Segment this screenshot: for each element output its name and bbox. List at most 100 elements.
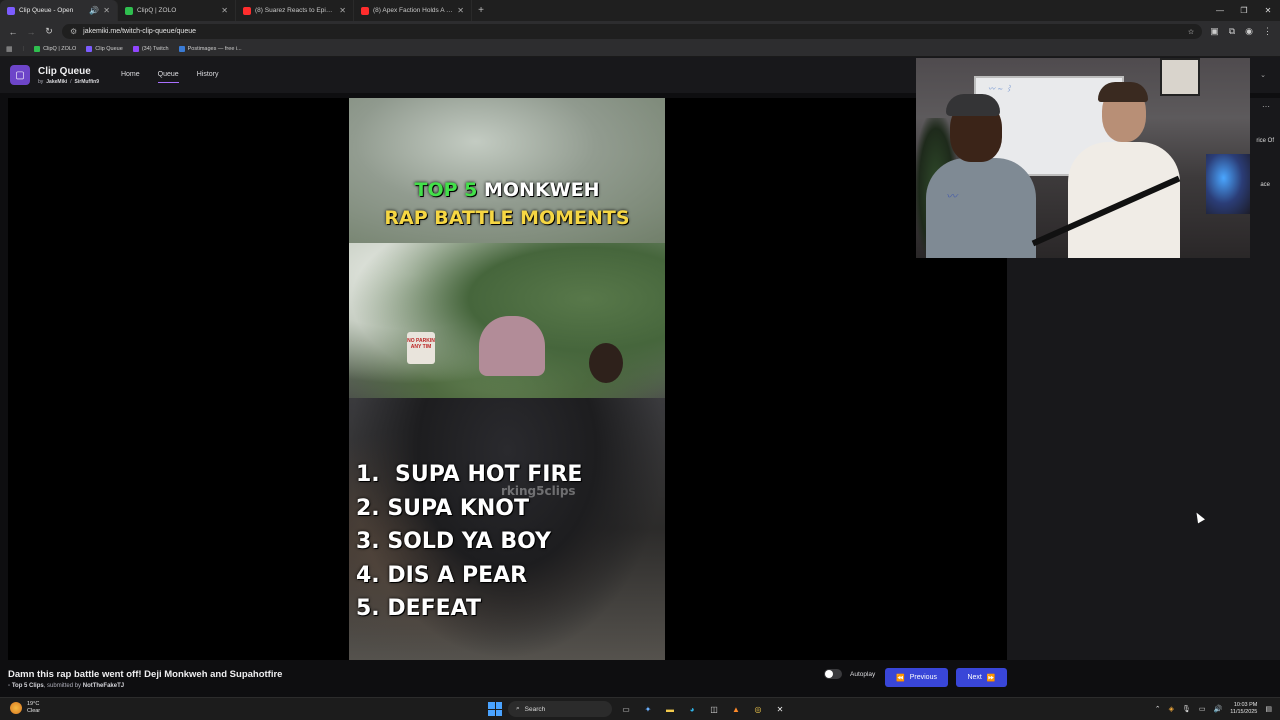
tab-title: ClipQ | ZOLO	[137, 7, 177, 14]
bookmark-clipq-zolo[interactable]: ClipQ | ZOLO	[34, 46, 76, 52]
system-tray: ⌃ ◈ 🎙 ▭ 🔊 10:03 PM 11/15/2025 ▤	[1155, 702, 1272, 716]
app-brand: Clip Queue by JakeMiki / SirMuffin9	[38, 66, 99, 85]
nav-history[interactable]: History	[197, 67, 219, 83]
store-icon[interactable]: ◫	[706, 701, 722, 717]
speaker-icon[interactable]: 🔊	[89, 6, 99, 15]
extensions-icon[interactable]: ⧉	[1229, 26, 1235, 37]
network-icon[interactable]: ▭	[1199, 705, 1206, 713]
cam-person-left-cap	[946, 94, 1000, 116]
app-nav: Home Queue History	[121, 67, 219, 83]
cam-shirt-print: 〰	[946, 190, 957, 203]
search-icon: ⌕	[516, 705, 520, 712]
close-window-icon[interactable]: ✕	[1256, 0, 1280, 21]
previous-button[interactable]: ⏪ Previous	[885, 668, 948, 687]
restore-icon[interactable]: ❐	[1232, 0, 1256, 21]
bookmark-star-icon[interactable]: ☆	[1188, 28, 1194, 36]
video-list-overlay: 1. SUPA HOT FIRE 2. SUPA KNOT 3. SOLD YA…	[356, 458, 582, 626]
author-link[interactable]: JakeMiki	[46, 79, 67, 85]
credits-by: by	[38, 78, 44, 85]
bookmark-postimages[interactable]: Postimages — free i...	[178, 46, 242, 52]
back-icon[interactable]: ←	[4, 27, 22, 37]
autoplay-toggle[interactable]	[824, 669, 842, 679]
file-explorer-icon[interactable]: ▬	[662, 701, 678, 717]
video-title-line2: RAP BATTLE MOMENTS	[384, 207, 630, 229]
tab-clip-queue[interactable]: Clip Queue - Open 🔊 ✕	[0, 0, 118, 21]
close-tab-icon[interactable]: ✕	[103, 6, 110, 15]
nav-queue[interactable]: Queue	[157, 67, 179, 83]
video-person-head	[589, 343, 623, 383]
bookmark-clip-queue[interactable]: Clip Queue	[86, 46, 123, 52]
app-orange-icon[interactable]: ▲	[728, 701, 744, 717]
close-tab-icon[interactable]: ✕	[457, 6, 464, 15]
taskbar-search[interactable]: ⌕ Search	[508, 701, 612, 717]
clock-time: 10:03 PM	[1233, 702, 1258, 708]
notifications-icon[interactable]: ▤	[1265, 705, 1272, 713]
video-sign: NO PARKIN ANY TIM	[407, 332, 435, 364]
browser-toolbar: ← → ↻ ⚙ jakemiki.me/twitch-clip-queue/qu…	[0, 21, 1280, 42]
edge-icon[interactable]: ◕	[684, 701, 700, 717]
contributor-link[interactable]: SirMuffin9	[75, 79, 99, 85]
task-view-icon[interactable]: ▭	[618, 701, 634, 717]
forward-icon[interactable]: →	[22, 27, 40, 37]
close-tab-icon[interactable]: ✕	[339, 6, 346, 15]
capcut-icon[interactable]: ✕	[772, 701, 788, 717]
tab-youtube-suarez[interactable]: (8) Suarez Reacts to Epic 2 Gam ✕	[236, 0, 354, 21]
clip-meta: ▫ Top 5 Clips, submitted by NotTheFakeTJ	[8, 683, 124, 689]
weather-temp: 19°C	[27, 701, 40, 707]
next-button[interactable]: Next ⏩	[956, 668, 1007, 687]
next-icon: ⏩	[986, 674, 996, 682]
cam-person-right-hair	[1098, 82, 1148, 102]
weather-sun-icon	[10, 702, 22, 714]
address-bar[interactable]: ⚙ jakemiki.me/twitch-clip-queue/queue ☆	[62, 24, 1203, 39]
weather-widget[interactable]: 19°C Clear	[10, 701, 40, 715]
tray-app-icon[interactable]: ◈	[1169, 705, 1174, 713]
site-info-icon[interactable]: ⚙	[70, 27, 77, 36]
clip-video-frame[interactable]: NO PARKIN ANY TIM TOP 5 MONKWEH RAP BATT…	[349, 98, 665, 660]
clip-queue-logo-icon[interactable]: ▢	[10, 65, 30, 85]
tab-clipq-zolo[interactable]: ClipQ | ZOLO ✕	[118, 0, 236, 21]
clipq-favicon-icon	[125, 6, 133, 15]
chrome-icon[interactable]: ◎	[750, 701, 766, 717]
app-credits: by JakeMiki / SirMuffin9	[38, 79, 99, 85]
twitch-icon	[132, 46, 139, 52]
close-tab-icon[interactable]: ✕	[221, 6, 228, 15]
tab-youtube-apex[interactable]: (8) Apex Faction Holds A Meeti ✕	[354, 0, 472, 21]
autoplay-control[interactable]: Autoplay	[824, 669, 875, 679]
nav-home[interactable]: Home	[121, 67, 140, 83]
channel-name[interactable]: Top 5 Clips	[12, 683, 44, 689]
more-options-icon[interactable]: ⋯	[1262, 102, 1270, 111]
postimages-icon	[178, 46, 185, 52]
previous-icon: ⏪	[896, 674, 905, 682]
windows-start-icon[interactable]	[488, 702, 502, 716]
cam-pc-lights	[1206, 154, 1250, 214]
chevron-down-icon[interactable]: ⌄	[1260, 71, 1266, 79]
url-text: jakemiki.me/twitch-clip-queue/queue	[83, 28, 197, 35]
minimize-icon[interactable]: —	[1208, 0, 1232, 21]
sidebar-icon[interactable]: ▣	[1210, 26, 1219, 37]
volume-icon[interactable]: 🔊	[1214, 705, 1223, 713]
copilot-icon[interactable]: ✦	[640, 701, 656, 717]
browser-tab-bar: Clip Queue - Open 🔊 ✕ ClipQ | ZOLO ✕ (8)…	[0, 0, 1280, 21]
apps-grid-icon[interactable]: ▦	[6, 45, 13, 53]
queue-item-title-fragment[interactable]: rice Of	[1256, 138, 1274, 144]
bookmark-label: (34) Twitch	[141, 46, 169, 52]
submitter-name: NotTheFakeTJ	[82, 683, 125, 689]
video-title-green: TOP 5	[414, 179, 478, 201]
credits-separator: /	[70, 78, 72, 85]
previous-label: Previous	[909, 674, 937, 681]
profile-icon[interactable]: ◉	[1245, 26, 1253, 37]
clip-info-bar: Damn this rap battle went off! Deji Monk…	[0, 660, 1280, 697]
search-label: Search	[524, 705, 546, 713]
clock[interactable]: 10:03 PM 11/15/2025	[1230, 702, 1257, 716]
new-tab-button[interactable]: +	[472, 0, 490, 21]
video-title-white: MONKWEH	[483, 179, 600, 201]
queue-item-title-fragment[interactable]: ace	[1260, 182, 1270, 188]
bookmark-twitch[interactable]: (34) Twitch	[132, 46, 169, 52]
microphone-icon[interactable]: 🎙	[1182, 705, 1191, 713]
windows-taskbar: 19°C Clear ⌕ Search ▭ ✦ ▬ ◕ ◫ ▲ ◎ ✕ ⌃ ◈ …	[0, 697, 1280, 720]
youtube-favicon-icon	[243, 6, 251, 15]
tray-overflow-icon[interactable]: ⌃	[1155, 705, 1161, 713]
menu-icon[interactable]: ⋮	[1263, 26, 1272, 37]
reload-icon[interactable]: ↻	[40, 26, 58, 37]
tab-title: (8) Suarez Reacts to Epic 2 Gam	[255, 7, 335, 14]
